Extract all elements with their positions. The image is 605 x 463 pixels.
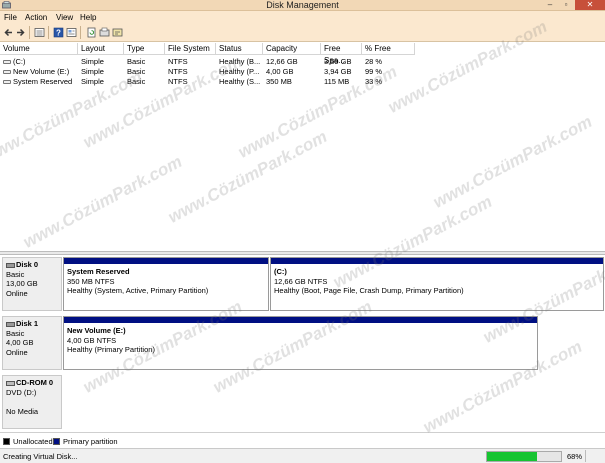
partition-size: 350 MB NTFS [67,276,115,286]
primary-partition-bar [271,258,603,264]
column-header-volume[interactable]: Volume [0,43,78,55]
status-divider [585,450,586,462]
column-header-layout[interactable]: Layout [78,43,124,55]
free-cell: 115 MB [324,77,350,86]
disk-type: Basic [6,269,25,279]
column-header-type[interactable]: Type [124,43,165,55]
legend: Unallocated Primary partition [0,432,605,448]
legend-primary-partition: Primary partition [63,437,118,446]
cdrom-0-label[interactable]: CD-ROM 0 DVD (D:) No Media [2,375,62,429]
disk-type: Basic [6,328,25,338]
disk-icon [6,262,15,268]
primary-partition-swatch [53,438,60,445]
capacity-cell: 350 MB [266,77,292,86]
type-cell: Basic [127,77,146,86]
column-header-free-space[interactable]: Free Spa... [321,43,362,65]
toolbar-separator [29,26,30,39]
cdrom-icon [6,380,15,386]
window-title: Disk Management [266,0,339,10]
list-view-icon[interactable] [34,27,45,38]
primary-partition-bar [64,258,268,264]
properties-icon[interactable] [66,27,77,38]
title-bar: Disk Management – ▫ ✕ [0,0,605,11]
legend-unallocated: Unallocated [13,437,53,446]
disk-icon [6,321,15,327]
rescan-icon[interactable] [99,27,110,38]
menu-help[interactable]: Help [80,13,96,22]
svg-text:?: ? [56,29,61,38]
unallocated-swatch [3,438,10,445]
disk-0-label[interactable]: Disk 0 Basic 13,00 GB Online [2,257,62,311]
partition-status: Healthy (System, Active, Primary Partiti… [67,286,209,295]
disk-name: Disk 1 [16,319,39,328]
disk-state: Online [6,288,28,298]
partition-system-reserved[interactable]: System Reserved 350 MB NTFS Healthy (Sys… [63,257,269,311]
column-header-status[interactable]: Status [216,43,263,55]
table-row[interactable]: System Reserved Simple Basic NTFS Health… [0,76,420,87]
status-bar: Creating Virtual Disk... 68% [0,448,605,463]
column-header-capacity[interactable]: Capacity [263,43,321,55]
toolbar-separator [80,26,81,39]
disk-size: 13,00 GB [6,279,38,288]
maximize-button[interactable]: ▫ [559,0,573,10]
volume-icon [3,70,11,75]
progress-fill [487,452,538,461]
menu-action[interactable]: Action [25,13,47,22]
partition-name: New Volume (E:) [67,326,126,335]
status-message: Creating Virtual Disk... [3,452,78,461]
partition-c[interactable]: (C:) 12,66 GB NTFS Healthy (Boot, Page F… [270,257,604,311]
menu-bar: File Action View Help [0,11,605,23]
volume-icon [3,60,11,65]
disk-state: Online [6,347,28,357]
partition-new-volume-e[interactable]: New Volume (E:) 4,00 GB NTFS Healthy (Pr… [63,316,538,370]
disk-name: CD-ROM 0 [16,378,54,387]
toolbar-separator [48,26,49,39]
back-icon[interactable] [3,27,14,38]
fs-cell: NTFS [168,77,188,86]
partition-size: 4,00 GB NTFS [67,335,117,345]
disk-size [6,397,58,407]
volume-icon [3,80,11,85]
disk-1-label[interactable]: Disk 1 Basic 4,00 GB Online [2,316,62,370]
volume-list: Volume Layout Type File System Status Ca… [0,43,605,251]
partition-size: 12,66 GB NTFS [274,276,328,286]
column-header-file-system[interactable]: File System [165,43,216,55]
menu-file[interactable]: File [4,13,17,22]
disk-graph-view: Disk 0 Basic 13,00 GB Online System Rese… [0,255,605,432]
status-cell: Healthy (S... [219,77,261,86]
settings-icon[interactable] [112,27,123,38]
refresh-icon[interactable] [86,27,97,38]
layout-cell: Simple [81,77,104,86]
disk-type: DVD (D:) [6,387,37,397]
toolbar: ? [0,23,605,42]
forward-icon[interactable] [15,27,26,38]
volume-cell: System Reserved [3,76,72,87]
minimize-button[interactable]: – [543,0,557,10]
progress-bar [486,451,562,462]
disk-name: Disk 0 [16,260,39,269]
partition-status: Healthy (Primary Partition) [67,345,155,354]
disk-size: 4,00 GB [6,338,34,347]
partition-name: System Reserved [67,267,130,276]
column-header-percent-free[interactable]: % Free [362,43,415,55]
partition-status: Healthy (Boot, Page File, Crash Dump, Pr… [274,286,464,295]
progress-percent: 68% [567,452,583,461]
primary-partition-bar [64,317,537,323]
disk-state: No Media [6,406,39,416]
percent-free-cell: 33 % [365,77,383,86]
help-icon[interactable]: ? [53,27,64,38]
close-button[interactable]: ✕ [575,0,605,10]
menu-view[interactable]: View [56,13,73,22]
partition-name: (C:) [274,267,287,276]
